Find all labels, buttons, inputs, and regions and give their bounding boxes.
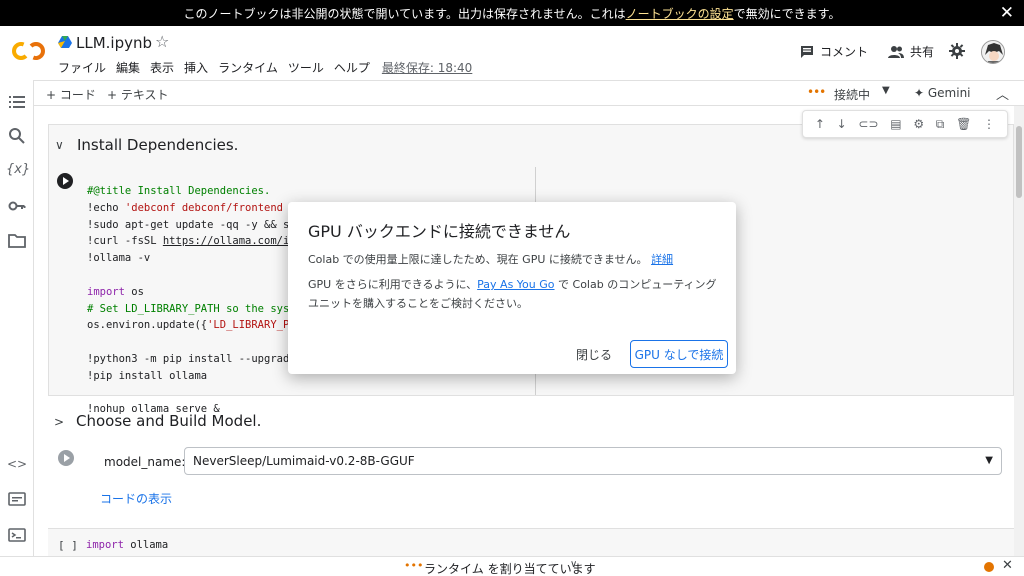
pay-as-you-go-link[interactable]: Pay As You Go [477,278,554,291]
connect-without-gpu-button[interactable]: GPU なしで接続 [630,340,728,368]
learn-more-link[interactable]: 詳細 [651,253,673,266]
dialog-title: GPU バックエンドに接続できません [308,222,571,241]
dialog-message-text: Colab での使用量上限に達したため、現在 GPU に接続できません。 [308,253,648,266]
dialog-message: GPU をさらに利用できるように、Pay As You Go で Colab の… [308,275,728,313]
modal-overlay: GPU バックエンドに接続できません Colab での使用量上限に達したため、現… [0,0,1024,576]
dialog-message-text: GPU をさらに利用できるように、 [308,278,478,291]
gpu-connect-dialog: GPU バックエンドに接続できません Colab での使用量上限に達したため、現… [288,202,736,374]
close-button[interactable]: 閉じる [576,346,612,363]
dialog-message: Colab での使用量上限に達したため、現在 GPU に接続できません。 詳細 [308,251,673,267]
